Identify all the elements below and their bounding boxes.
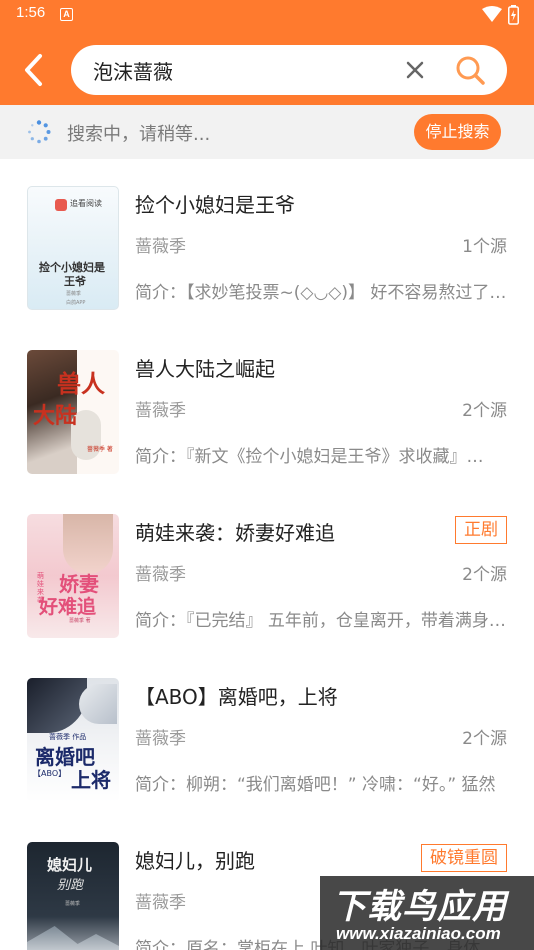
search-box bbox=[71, 45, 507, 95]
book-author: 蔷薇季 bbox=[135, 893, 186, 913]
cover-author: 蔷薇季 bbox=[65, 901, 81, 907]
status-time: 1:56 bbox=[16, 4, 46, 21]
cover-art bbox=[63, 514, 113, 574]
cover-title-line2: 别跑 bbox=[57, 878, 84, 893]
book-cover: 蔷薇季 作品 离婚吧 【ABO】 上将 bbox=[27, 678, 119, 802]
cover-title-line2: 上将 bbox=[71, 768, 111, 792]
genre-tag: 破镜重圆 bbox=[421, 844, 507, 872]
search-icon[interactable] bbox=[454, 54, 486, 86]
result-item[interactable]: 追看阅读 捡个小媳妇是 王爷 蔷薇季 白鸽APP 捡个小媳妇是王爷 蔷薇季 1个… bbox=[0, 159, 534, 323]
cover-author: 蔷薇季 著 bbox=[87, 446, 113, 453]
cover-author: 蔷薇季 著 bbox=[69, 618, 91, 624]
result-item[interactable]: 蔷薇季 作品 离婚吧 【ABO】 上将 【ABO】离婚吧，上将 蔷薇季 2个源 … bbox=[0, 651, 534, 815]
cover-art bbox=[27, 926, 119, 950]
result-list: 追看阅读 捡个小媳妇是 王爷 蔷薇季 白鸽APP 捡个小媳妇是王爷 蔷薇季 1个… bbox=[0, 159, 534, 950]
genre-tag: 正剧 bbox=[455, 516, 507, 544]
cover-title-line2: 王爷 bbox=[64, 275, 86, 288]
watermark-title: 下载鸟应用 bbox=[332, 887, 507, 927]
wifi-icon bbox=[482, 6, 502, 22]
cover-author: 蔷薇季 bbox=[66, 291, 82, 297]
back-arrow-icon bbox=[25, 54, 42, 86]
battery-icon bbox=[508, 5, 519, 25]
book-title: 媳妇儿，别跑 bbox=[135, 849, 255, 873]
book-cover: 娇妻 好难追 萌娃来袭 蔷薇季 著 bbox=[27, 514, 119, 638]
book-title: 捡个小媳妇是王爷 bbox=[135, 193, 295, 217]
notification-a-icon: A bbox=[60, 8, 73, 21]
cover-publisher: 白鸽APP bbox=[66, 300, 86, 306]
book-title: 兽人大陆之崛起 bbox=[135, 357, 275, 381]
stop-search-button[interactable]: 停止搜索 bbox=[414, 114, 501, 150]
cover-tag: 【ABO】 bbox=[33, 769, 67, 778]
book-intro: 简介：『新文《捡个小媳妇是王爷》求收藏』… bbox=[135, 447, 484, 467]
book-source-count: 2个源 bbox=[462, 401, 507, 421]
book-title: 【ABO】离婚吧，上将 bbox=[135, 685, 338, 709]
watermark-url: www.xiazainiao.com bbox=[336, 924, 501, 943]
cover-art bbox=[27, 678, 87, 733]
book-author: 蔷薇季 bbox=[135, 565, 186, 585]
book-source-count: 2个源 bbox=[462, 565, 507, 585]
cover-title-line1: 兽人 bbox=[57, 369, 105, 398]
search-input[interactable] bbox=[93, 45, 393, 95]
clear-icon[interactable] bbox=[405, 60, 425, 80]
book-intro: 简介：【求妙笔投票~(◇◡◇)】 好不容易熬过了艰难岁月 bbox=[135, 283, 507, 303]
progress-text: 搜索中，请稍等... bbox=[67, 124, 211, 145]
book-author: 蔷薇季 bbox=[135, 401, 186, 421]
book-source-count: 2个源 bbox=[462, 729, 507, 749]
book-cover: 兽人 大陆 蔷薇季 著 bbox=[27, 350, 119, 474]
cover-brand: 追看阅读 bbox=[70, 199, 102, 208]
cover-title-line2: 好难追 bbox=[39, 596, 97, 618]
status-bar: 1:56 A bbox=[0, 0, 534, 30]
back-button[interactable] bbox=[18, 50, 54, 90]
book-intro: 简介：柳朔：“我们离婚吧！” 冷啸：“好。” 猛然 bbox=[135, 775, 496, 795]
book-author: 蔷薇季 bbox=[135, 729, 186, 749]
book-intro: 简介：『已完结』 五年前，仓皇离开，带着满身伤痕 bbox=[135, 611, 507, 631]
cover-subtitle: 萌娃来袭 bbox=[37, 572, 44, 604]
cover-art bbox=[79, 684, 117, 724]
cover-brand-logo bbox=[55, 199, 67, 211]
book-title: 萌娃来袭：娇妻好难追 bbox=[135, 521, 335, 545]
cover-title-line1: 媳妇儿 bbox=[47, 856, 93, 874]
search-progress-bar: 搜索中，请稍等... 停止搜索 bbox=[0, 105, 534, 159]
book-cover: 媳妇儿 别跑 蔷薇季 bbox=[27, 842, 119, 950]
result-item[interactable]: 娇妻 好难追 萌娃来袭 蔷薇季 著 萌娃来袭：娇妻好难追 正剧 蔷薇季 2个源 … bbox=[0, 487, 534, 651]
watermark: 下载鸟应用 www.xiazainiao.com bbox=[320, 876, 534, 950]
book-source-count: 1个源 bbox=[462, 237, 507, 257]
loading-spinner-icon bbox=[28, 120, 51, 144]
result-item[interactable]: 兽人 大陆 蔷薇季 著 兽人大陆之崛起 蔷薇季 2个源 简介：『新文《捡个小媳妇… bbox=[0, 323, 534, 487]
book-author: 蔷薇季 bbox=[135, 237, 186, 257]
book-cover: 追看阅读 捡个小媳妇是 王爷 蔷薇季 白鸽APP bbox=[27, 186, 119, 310]
cover-title-line2: 大陆 bbox=[33, 403, 78, 429]
header: 1:56 A bbox=[0, 0, 534, 105]
